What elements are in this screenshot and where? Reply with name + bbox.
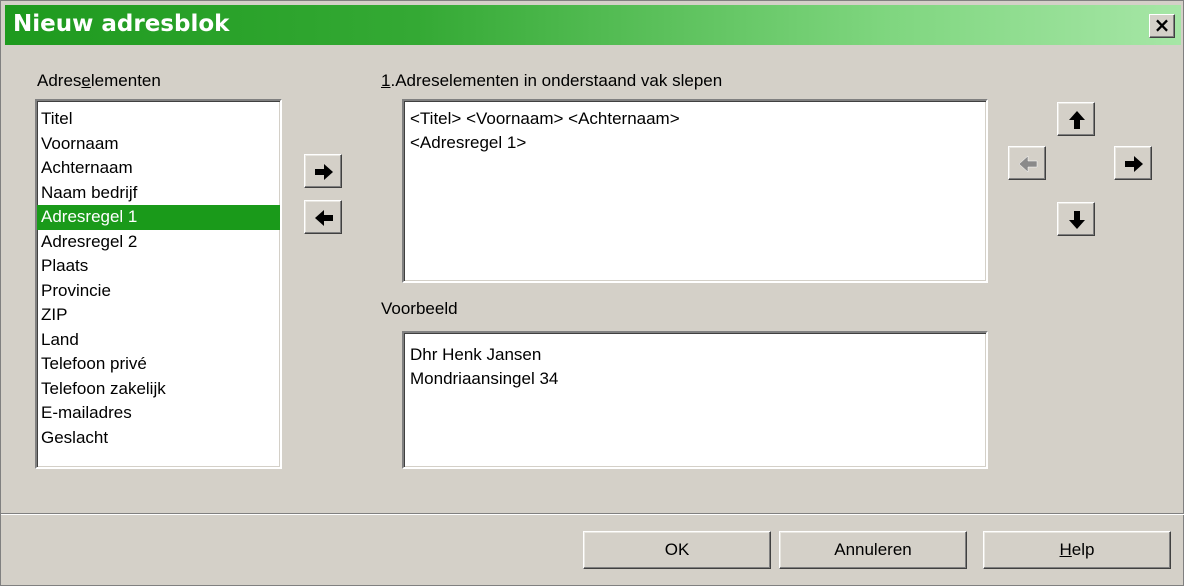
close-icon: × — [1153, 13, 1171, 37]
ok-button[interactable]: OK — [583, 531, 771, 569]
help-button[interactable]: Help — [983, 531, 1171, 569]
new-address-block-dialog: Nieuw adresblok × Adreselementen Titel Vo… — [0, 0, 1184, 586]
list-item[interactable]: Telefoon privé — [37, 352, 280, 377]
arrow-right-icon — [315, 164, 333, 180]
list-item[interactable]: E-mailadres — [37, 401, 280, 426]
arrow-left-icon — [1018, 155, 1038, 173]
list-item[interactable]: Voornaam — [37, 132, 280, 157]
title-bar: Nieuw adresblok × — [5, 5, 1181, 45]
list-item[interactable]: Provincie — [37, 279, 280, 304]
address-block-editor[interactable]: <Titel> <Voornaam> <Achternaam> <Adresreg… — [402, 99, 988, 283]
list-item[interactable]: Achternaam — [37, 156, 280, 181]
arrow-left-icon — [315, 210, 333, 226]
footer-separator — [1, 513, 1184, 515]
close-button[interactable]: × — [1149, 14, 1175, 38]
move-right-button[interactable] — [1114, 146, 1152, 180]
list-item[interactable]: Telefoon zakelijk — [37, 377, 280, 402]
address-elements-label: Adreselementen — [37, 71, 161, 90]
address-block-line[interactable]: <Titel> <Voornaam> <Achternaam> — [404, 107, 986, 131]
list-item[interactable]: ZIP — [37, 303, 280, 328]
arrow-up-icon — [1069, 111, 1085, 129]
list-item[interactable]: Naam bedrijf — [37, 181, 280, 206]
list-item[interactable]: Adresregel 1 — [37, 205, 280, 230]
preview-box: Dhr Henk Jansen Mondriaansingel 34 — [402, 331, 988, 469]
preview-line: Mondriaansingel 34 — [410, 369, 559, 388]
arrow-down-icon — [1069, 211, 1085, 229]
list-item[interactable]: Titel — [37, 107, 280, 132]
preview-label: Voorbeeld — [381, 299, 458, 318]
list-item[interactable]: Land — [37, 328, 280, 353]
cancel-button[interactable]: Annuleren — [779, 531, 967, 569]
list-item[interactable]: Geslacht — [37, 426, 280, 451]
move-left-button[interactable] — [1008, 146, 1046, 180]
add-element-button[interactable] — [304, 154, 342, 188]
dialog-title: Nieuw adresblok — [13, 11, 230, 37]
move-down-button[interactable] — [1057, 202, 1095, 236]
move-up-button[interactable] — [1057, 102, 1095, 136]
list-item[interactable]: Plaats — [37, 254, 280, 279]
remove-element-button[interactable] — [304, 200, 342, 234]
arrow-right-icon — [1125, 156, 1143, 172]
drag-area-label: 1.Adreselementen in onderstaand vak slep… — [381, 71, 723, 90]
address-elements-list[interactable]: Titel Voornaam Achternaam Naam bedrijf Adres… — [35, 99, 282, 469]
preview-line: Dhr Henk Jansen — [410, 345, 542, 364]
list-item[interactable]: Adresregel 2 — [37, 230, 280, 255]
address-block-line[interactable]: <Adresregel 1> — [404, 131, 986, 155]
